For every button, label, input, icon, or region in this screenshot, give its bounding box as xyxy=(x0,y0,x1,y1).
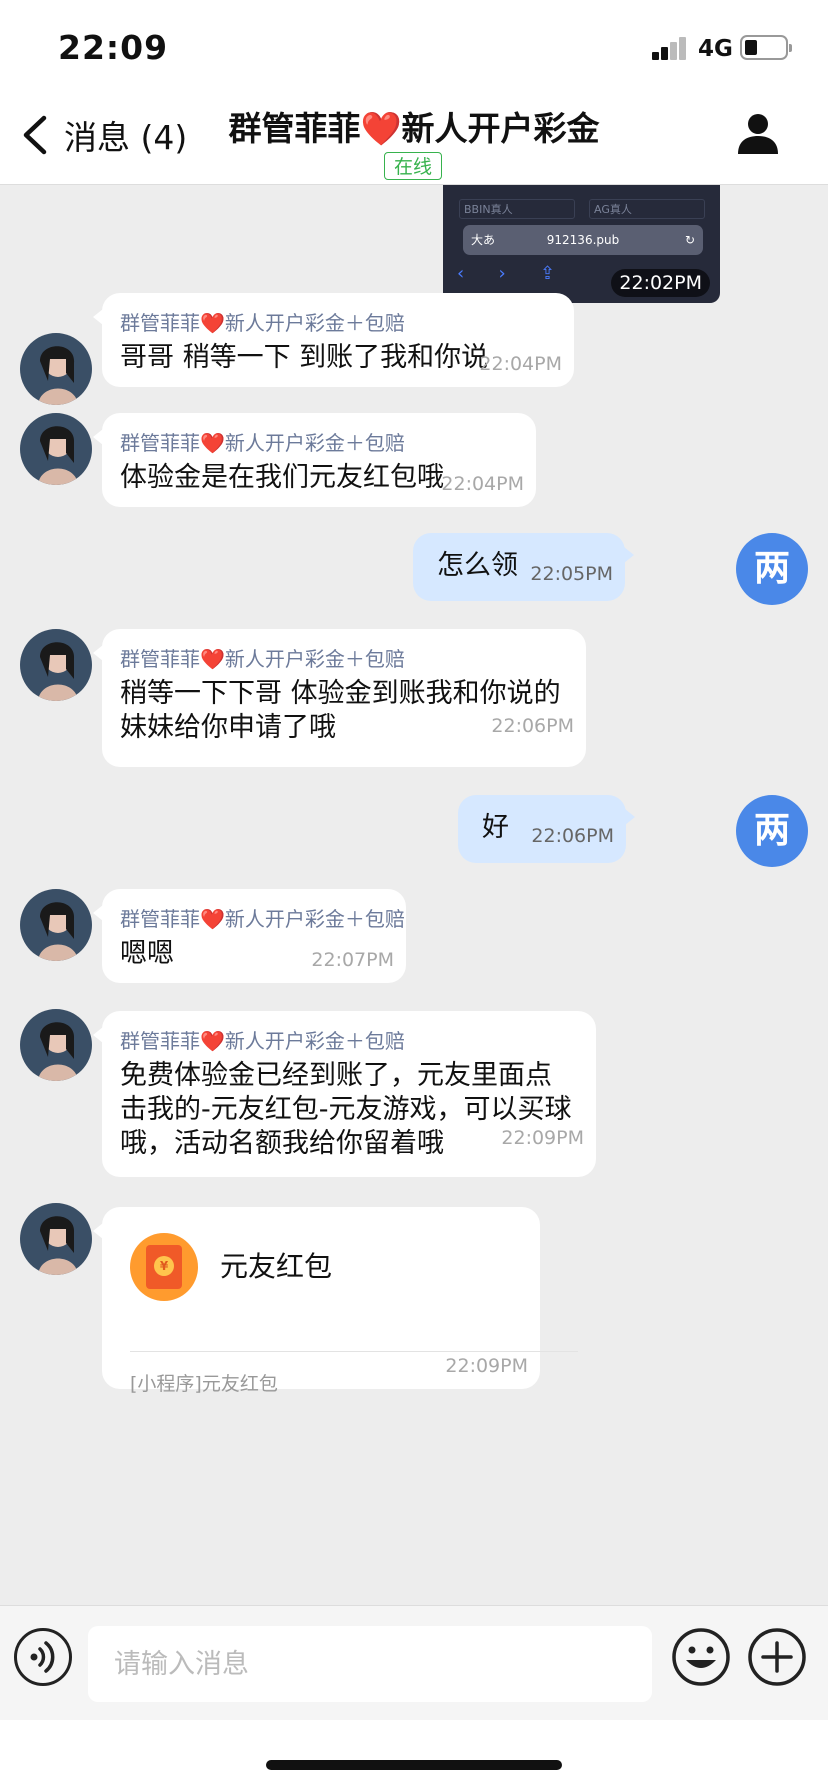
my-message-bubble[interactable]: 好 22:06PM xyxy=(458,795,635,863)
image-urlbar: 大あ 912136.pub ↻ xyxy=(463,225,703,255)
profile-icon xyxy=(738,114,778,154)
message-text: 怎么领 xyxy=(437,550,518,581)
message-text: 好 xyxy=(482,812,509,843)
plus-icon xyxy=(748,1628,806,1686)
card-subtitle: [小程序]元友红包 xyxy=(130,1373,278,1395)
message-bubble[interactable]: 群管菲菲❤️新人开户彩金＋包赔 哥哥 稍等一下 到账了我和你说 22:04PM xyxy=(93,293,574,387)
message-time: 22:09PM xyxy=(445,1355,528,1377)
sender-avatar[interactable] xyxy=(20,333,92,405)
sender-name: 群管菲菲❤️新人开户彩金＋包赔 xyxy=(120,647,405,671)
my-message-bubble[interactable]: 怎么领 22:05PM xyxy=(413,533,634,601)
sender-avatar[interactable] xyxy=(20,1009,92,1081)
sender-avatar[interactable] xyxy=(20,1203,92,1275)
input-bar xyxy=(0,1605,828,1721)
message-bubble[interactable]: 群管菲菲❤️新人开户彩金＋包赔 体验金是在我们元友红包哦 22:04PM xyxy=(93,413,536,507)
message-bubble[interactable]: 群管菲菲❤️新人开户彩金＋包赔 嗯嗯 22:07PM xyxy=(93,889,406,983)
voice-icon xyxy=(30,1641,55,1673)
avatar-photo xyxy=(20,1203,92,1275)
my-avatar[interactable]: 两 xyxy=(736,795,808,867)
message-bubble[interactable]: 群管菲菲❤️新人开户彩金＋包赔 稍等一下下哥 体验金到账我和你说的 妹妹给你申请… xyxy=(93,629,586,767)
message-text: 嗯嗯 xyxy=(120,938,174,969)
avatar-photo xyxy=(20,1009,92,1081)
status-bar: 22:09 4G xyxy=(0,0,828,92)
online-badge: 在线 xyxy=(384,152,442,180)
message-time: 22:06PM xyxy=(491,715,574,737)
bottom-safe-area xyxy=(0,1720,828,1792)
card-title: 元友红包 xyxy=(220,1250,333,1283)
home-indicator[interactable] xyxy=(266,1760,562,1770)
avatar-photo xyxy=(20,413,92,485)
sender-name: 群管菲菲❤️新人开户彩金＋包赔 xyxy=(120,311,405,335)
emoji-button[interactable] xyxy=(670,1626,732,1688)
message-text: 体验金是在我们元友红包哦 xyxy=(120,462,444,493)
browser-nav-icons: ‹ › ⇪ xyxy=(457,263,556,284)
card-divider xyxy=(130,1351,578,1352)
red-envelope-icon: ¥ xyxy=(130,1233,198,1301)
status-time: 22:09 xyxy=(58,28,169,67)
mini-program-card[interactable]: ¥ 元友红包 [小程序]元友红包 22:09PM xyxy=(93,1207,578,1395)
sender-name: 群管菲菲❤️新人开户彩金＋包赔 xyxy=(120,1029,405,1053)
reload-icon: ↻ xyxy=(684,233,695,247)
emoji-icon xyxy=(672,1628,730,1686)
image-timestamp: 22:02PM xyxy=(611,269,710,297)
avatar-photo xyxy=(20,333,92,405)
image-text-a: BBIN真人 xyxy=(459,199,575,219)
sender-name: 群管菲菲❤️新人开户彩金＋包赔 xyxy=(120,907,405,931)
message-time: 22:04PM xyxy=(479,353,562,375)
my-avatar[interactable]: 两 xyxy=(736,533,808,605)
profile-button[interactable] xyxy=(734,110,782,158)
image-message[interactable]: BBIN真人 AG真人 大あ 912136.pub ↻ ‹ › ⇪ 22:02P… xyxy=(443,185,720,303)
message-time: 22:05PM xyxy=(530,563,613,585)
image-text-b: AG真人 xyxy=(589,199,705,219)
chat-title: 群管菲菲❤️新人开户彩金 xyxy=(228,109,600,148)
avatar-photo xyxy=(20,889,92,961)
chat-area[interactable]: BBIN真人 AG真人 大あ 912136.pub ↻ ‹ › ⇪ 22:02P… xyxy=(0,185,828,1605)
message-input[interactable] xyxy=(88,1626,652,1702)
signal-icon xyxy=(652,36,688,60)
sender-avatar[interactable] xyxy=(20,889,92,961)
message-time: 22:06PM xyxy=(531,825,614,847)
message-bubble[interactable]: 群管菲菲❤️新人开户彩金＋包赔 免费体验金已经到账了，元友里面点击我的-元友红包… xyxy=(93,1011,596,1177)
avatar-photo xyxy=(20,629,92,701)
chat-header: 消息 (4) 群管菲菲❤️新人开户彩金 在线 xyxy=(0,92,828,185)
network-type: 4G xyxy=(698,36,733,62)
image-url: 912136.pub xyxy=(546,233,620,247)
add-button[interactable] xyxy=(746,1626,808,1688)
message-text: 哥哥 稍等一下 到账了我和你说 xyxy=(120,342,489,373)
message-time: 22:07PM xyxy=(311,949,394,971)
message-time: 22:04PM xyxy=(441,473,524,495)
sender-avatar[interactable] xyxy=(20,629,92,701)
sender-avatar[interactable] xyxy=(20,413,92,485)
message-time: 22:09PM xyxy=(501,1127,584,1149)
battery-icon xyxy=(740,35,792,60)
voice-button[interactable] xyxy=(14,1628,72,1686)
sender-name: 群管菲菲❤️新人开户彩金＋包赔 xyxy=(120,431,405,455)
